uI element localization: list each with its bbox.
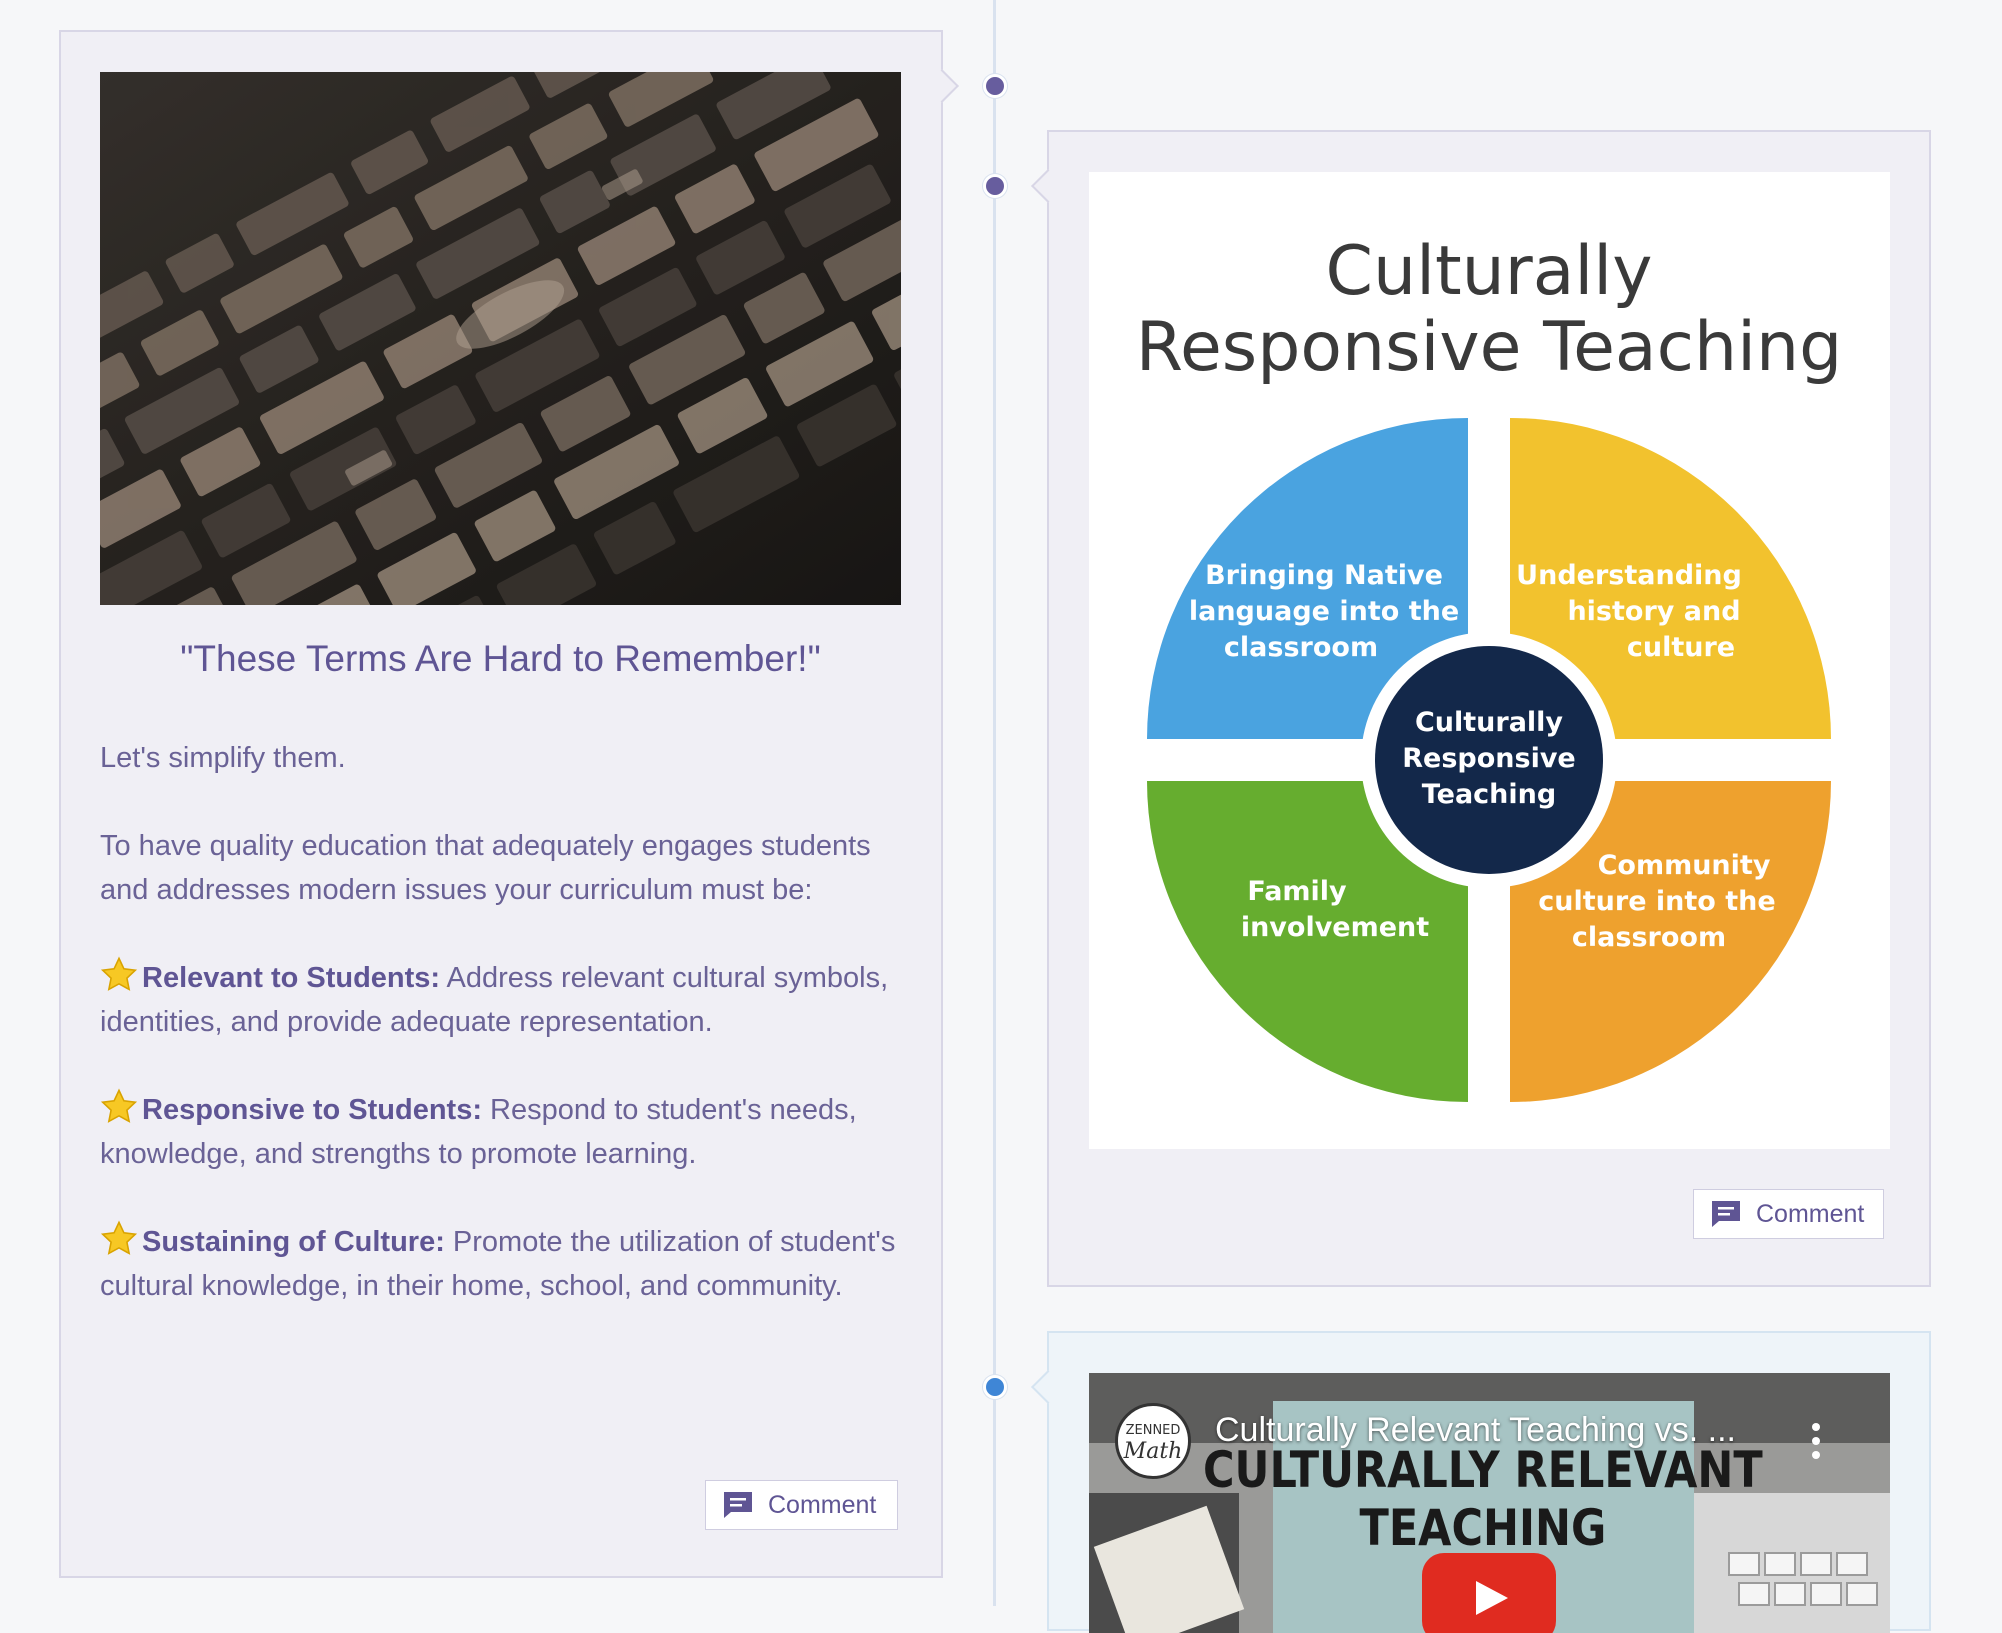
infographic-title-line1: Culturally [1326, 232, 1653, 311]
point-term: Relevant to Students: [142, 962, 441, 994]
card-pointer [925, 69, 959, 103]
play-button[interactable] [1422, 1553, 1556, 1633]
timeline-dot-active [983, 1375, 1007, 1399]
video-title[interactable]: Culturally Relevant Teaching vs. ... [1215, 1411, 1736, 1450]
infographic-title-line2: Responsive Teaching [1136, 308, 1842, 387]
quadrant-label-tl: language into the [1189, 596, 1459, 627]
quadrant-label-tl: classroom [1224, 632, 1378, 663]
card-pointer [1031, 169, 1065, 203]
point-term: Sustaining of Culture: [142, 1226, 445, 1258]
post-title: "These Terms Are Hard to Remember!" [180, 638, 821, 679]
point-term: Responsive to Students: [142, 1094, 482, 1126]
comment-label: Comment [1756, 1199, 1865, 1228]
comment-label: Comment [768, 1490, 877, 1519]
timeline-dot [983, 74, 1007, 98]
video-embed[interactable]: CULTURALLY RELEVANT TEACHING ZENNED Math… [1089, 1373, 1890, 1633]
point-item: Sustaining of Culture: Promote the utili… [100, 1220, 901, 1308]
star-icon [100, 1088, 138, 1123]
quadrant-label-br: Community [1598, 850, 1771, 881]
quadrant-label-bl: Family [1247, 876, 1347, 907]
more-options-icon[interactable] [1811, 1421, 1821, 1461]
center-label: Teaching [1422, 779, 1556, 810]
star-icon [100, 956, 138, 991]
timeline-line [993, 0, 996, 1606]
comment-button[interactable]: Comment [1693, 1189, 1884, 1239]
center-label: Responsive [1402, 743, 1576, 774]
thumbnail-text: TEACHING [1359, 1499, 1606, 1557]
quadrant-label-bl: involvement [1241, 912, 1429, 943]
play-icon [1476, 1581, 1508, 1615]
star-icon [100, 1220, 138, 1255]
infographic-image: Culturally Responsive Teaching Culturall… [1089, 172, 1890, 1149]
quadrant-label-tr: culture [1627, 632, 1735, 663]
comment-icon [1712, 1201, 1740, 1227]
comment-icon [724, 1492, 752, 1518]
quadrant-label-tl: Bringing Native [1205, 560, 1443, 591]
card-pointer [1031, 1370, 1065, 1404]
intro-text: Let's simplify them. [100, 742, 346, 774]
channel-avatar[interactable]: ZENNED Math [1115, 1403, 1191, 1479]
post-body: Let's simplify them. To have quality edu… [100, 736, 901, 1352]
timeline-dot [983, 174, 1007, 198]
post-image [100, 72, 901, 605]
center-label: Culturally [1415, 707, 1563, 738]
quadrant-label-br: classroom [1572, 922, 1726, 953]
quadrant-label-tr: Understanding [1516, 560, 1742, 591]
intro-paragraph: To have quality education that adequatel… [100, 830, 871, 906]
quadrant-label-br: culture into the [1538, 886, 1775, 917]
comment-button[interactable]: Comment [705, 1480, 898, 1530]
point-item: Responsive to Students: Respond to stude… [100, 1088, 901, 1176]
channel-name-bottom: Math [1123, 1439, 1183, 1464]
quadrant-label-tr: history and [1567, 596, 1740, 627]
channel-name-top: ZENNED [1126, 1423, 1181, 1438]
point-item: Relevant to Students: Address relevant c… [100, 956, 901, 1044]
